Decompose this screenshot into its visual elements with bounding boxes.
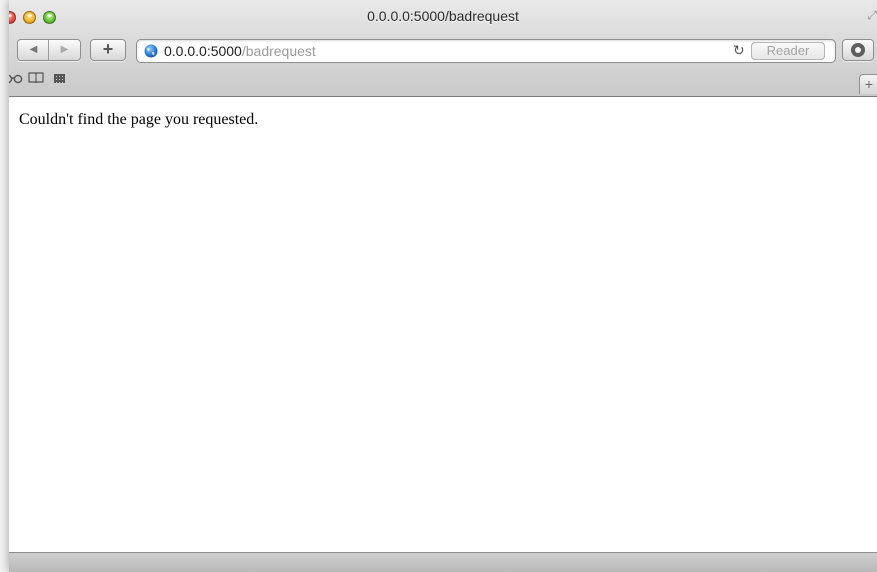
fullscreen-icon[interactable]: ⤢ (867, 8, 877, 23)
glasses-icon (9, 74, 23, 84)
forward-button[interactable]: ▶ (48, 40, 80, 60)
page-content: Couldn't find the page you requested. (9, 97, 877, 552)
window-title: 0.0.0.0:5000/badrequest (367, 8, 519, 24)
browser-window: 0.0.0.0:5000/badrequest ⤢ ◀ ▶ + 0.0.0.0:… (9, 0, 877, 572)
reload-icon[interactable]: ↻ (733, 42, 745, 59)
desktop: 0.0.0.0:5000/badrequest ⤢ ◀ ▶ + 0.0.0.0:… (0, 0, 877, 572)
bookmarks-bar (9, 70, 877, 94)
book-icon (28, 72, 44, 84)
url-path: /badrequest (241, 43, 316, 59)
globe-icon (144, 44, 158, 58)
downloads-icon (851, 43, 865, 57)
browser-toolbar: 0.0.0.0:5000/badrequest ⤢ ◀ ▶ + 0.0.0.0:… (9, 0, 877, 97)
reading-list-icon[interactable] (9, 70, 23, 88)
error-message: Couldn't find the page you requested. (19, 111, 259, 128)
back-forward-control: ◀ ▶ (17, 39, 81, 61)
downloads-button[interactable] (842, 39, 874, 61)
url-host: 0.0.0.0:5000 (164, 43, 242, 59)
reader-button[interactable]: Reader (751, 42, 825, 60)
address-bar[interactable]: 0.0.0.0:5000/badrequest ↻ Reader (136, 39, 836, 63)
new-tab-button[interactable]: + (859, 74, 877, 94)
top-sites-grid-icon[interactable] (54, 70, 65, 88)
grid-icon (54, 74, 65, 83)
add-bookmark-button[interactable]: + (90, 39, 126, 61)
back-button[interactable]: ◀ (18, 40, 49, 60)
url-text[interactable]: 0.0.0.0:5000/badrequest (164, 43, 316, 59)
status-bar (9, 552, 877, 572)
bookmarks-icon[interactable] (28, 70, 44, 88)
